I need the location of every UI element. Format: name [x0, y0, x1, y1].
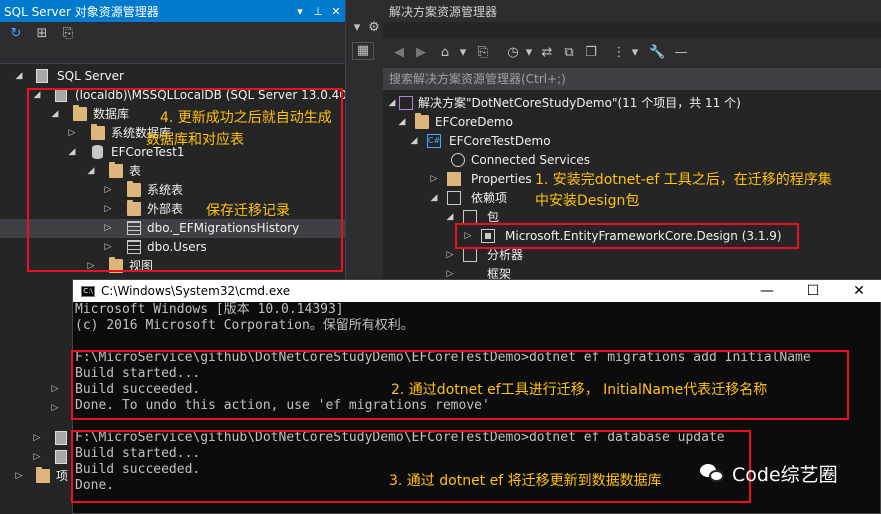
object-explorer-title: SQL Server 对象资源管理器 [4, 4, 159, 19]
wechat-logo-icon [700, 462, 726, 484]
cmd-app-icon: C:\ [81, 285, 95, 297]
dropdown-icon[interactable]: ▾ [291, 5, 309, 18]
tree-item-frameworks[interactable]: ▷ 框架 [383, 265, 881, 279]
solution-icon [399, 96, 413, 110]
tree-item-solution[interactable]: ◢ 解决方案"DotNetCoreStudyDemo"(11 个项目，共 11 … [383, 94, 881, 113]
expand-arrow-icon[interactable]: ◢ [14, 67, 24, 86]
watermark: Code综艺圈 [700, 458, 838, 488]
collapse-arrow-icon[interactable]: ▷ [50, 399, 60, 418]
folder-icon [415, 113, 429, 129]
add-server-icon[interactable]: ⊞ [34, 26, 50, 42]
tree-item-collapsed[interactable]: ▷ [0, 399, 72, 418]
tree-label: SQL Server [57, 69, 124, 83]
solution-explorer-title: 解决方案资源管理器 [389, 4, 498, 19]
solution-search-input[interactable]: 搜索解决方案资源管理器(Ctrl+;) [383, 68, 881, 90]
tree-item-collapsed[interactable]: ▷ [0, 429, 72, 448]
annotation-4-line1: 4. 更新成功之后就自动生成 [160, 110, 332, 126]
collapse-all-icon[interactable]: ⧉ [561, 45, 577, 61]
collapse-arrow-icon[interactable]: ▷ [32, 429, 42, 448]
filter-icon[interactable]: ⋮ [611, 45, 627, 61]
highlight-box-design-package [455, 223, 799, 249]
pin-icon[interactable]: ⊥ [309, 5, 327, 18]
dependencies-icon [447, 191, 461, 205]
dropdown-icon[interactable]: ▾ [627, 45, 643, 61]
watermark-text: Code综艺圈 [732, 463, 838, 486]
object-explorer-titlebar: SQL Server 对象资源管理器 ▾ ⊥ ✕ [0, 0, 345, 22]
tree-item-sql-server[interactable]: ◢ SQL Server [0, 67, 345, 86]
close-button[interactable]: ✕ [836, 283, 881, 299]
tree-label: 项 [56, 469, 69, 483]
home-icon[interactable]: ⌂ [437, 45, 453, 61]
annotation-1-line1: 1. 安装完dotnet-ef 工具之后，在迁移的程序集 [535, 172, 832, 188]
tree-item-efcoretestdemo[interactable]: ◢ C# EFCoreTestDemo [383, 132, 881, 151]
properties-icon[interactable]: 🔧 [649, 45, 665, 61]
object-explorer-toolbar: ↻ ⊞ ⎘ [0, 22, 345, 64]
expand-arrow-icon[interactable]: ◢ [397, 113, 407, 132]
tree-label: 依赖项 [471, 191, 508, 205]
collapse-arrow-icon[interactable]: ▷ [50, 380, 60, 399]
sync-icon[interactable]: ⇄ [539, 45, 555, 61]
solution-explorer-toolbar: ◀ ▶ ⌂ ▾ ⎘ ◷ ▾ ⇄ ⧉ ❐ ⋮ ▾ 🔧 — [383, 38, 881, 68]
dropdown-icon[interactable]: ▾ [349, 20, 365, 36]
server-icon [36, 69, 48, 83]
server-icon [55, 431, 67, 445]
annotation-3: 3. 通过 dotnet ef 将迁移更新到数据数据库 [389, 473, 662, 489]
tree-item-collapsed[interactable]: ▷ [0, 448, 72, 467]
history-icon[interactable]: ◷ [505, 45, 521, 61]
tree-item-connected-services[interactable]: Connected Services [383, 151, 881, 170]
collapse-arrow-icon[interactable]: ▷ [445, 246, 455, 265]
collapse-arrow-icon[interactable]: ▷ [445, 265, 455, 279]
properties-tab-icon[interactable]: ▦ [352, 42, 374, 60]
refresh-icon[interactable]: ↻ [8, 26, 24, 42]
add-connection-icon[interactable]: ⎘ [60, 26, 76, 42]
tree-label: 解决方案"DotNetCoreStudyDemo"(11 个项目，共 11 个) [418, 96, 741, 110]
annotation-4-line2: 数据库和对应表 [146, 132, 244, 148]
dropdown-icon[interactable]: ▾ [455, 45, 471, 61]
minus-icon[interactable]: — [673, 45, 689, 61]
package-icon [463, 210, 477, 224]
solution-explorer-titlebar: 解决方案资源管理器 [383, 0, 881, 22]
tree-item-projects[interactable]: ▷ 项 [0, 467, 72, 486]
cmd-titlebar: C:\ C:\Windows\System32\cmd.exe — ☐ ✕ [73, 280, 881, 302]
tree-label: EFCoreTestDemo [449, 134, 551, 148]
connected-services-icon [451, 153, 465, 167]
minimize-button[interactable]: — [744, 283, 790, 299]
tree-label: Connected Services [471, 153, 591, 167]
show-all-files-icon[interactable]: ❐ [583, 45, 599, 61]
console-line: Microsoft Windows [版本 10.0.14393] [75, 302, 344, 317]
tree-label: Properties [471, 172, 532, 186]
folder-icon [36, 467, 50, 483]
expand-arrow-icon[interactable]: ◢ [445, 208, 455, 227]
back-icon[interactable]: ◀ [391, 45, 407, 61]
tree-label: EFCoreDemo [435, 115, 513, 129]
console-line: (c) 2016 Microsoft Corporation。保留所有权利。 [75, 318, 414, 333]
maximize-button[interactable]: ☐ [790, 283, 836, 299]
expand-arrow-icon[interactable]: ◢ [409, 132, 419, 151]
tree-label: 框架 [487, 267, 512, 279]
switch-views-icon[interactable]: ⎘ [475, 45, 491, 61]
csharp-project-icon: C# [427, 134, 441, 148]
annotation-5: 保存迁移记录 [206, 203, 290, 219]
collapse-arrow-icon[interactable]: ▷ [32, 448, 42, 467]
expand-arrow-icon[interactable]: ◢ [429, 189, 439, 208]
annotation-2: 2. 通过dotnet ef工具进行迁移， InitialName代表迁移名称 [391, 382, 768, 398]
annotation-1-line2: 中安装Design包 [535, 193, 640, 209]
collapse-arrow-icon[interactable]: ▷ [429, 170, 439, 189]
analyzer-icon [463, 248, 477, 262]
tree-item-efcoredemo[interactable]: ◢ EFCoreDemo [383, 113, 881, 132]
expand-arrow-icon[interactable]: ◢ [387, 94, 397, 113]
wrench-icon [447, 172, 461, 186]
collapse-arrow-icon[interactable]: ▷ [14, 467, 24, 486]
server-icon [55, 450, 67, 464]
tree-item-collapsed[interactable]: ▷ [0, 380, 72, 399]
cmd-window-title: C:\Windows\System32\cmd.exe [101, 284, 291, 298]
close-icon[interactable]: ✕ [327, 5, 345, 18]
forward-icon[interactable]: ▶ [413, 45, 429, 61]
gear-icon[interactable]: ⚙ [366, 20, 382, 36]
dropdown-icon[interactable]: ▾ [521, 45, 537, 61]
highlight-box-database-update [71, 430, 751, 503]
